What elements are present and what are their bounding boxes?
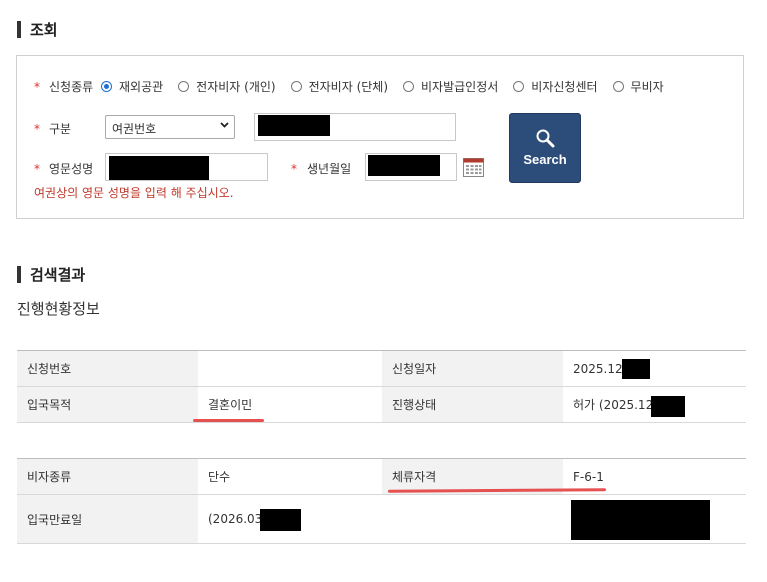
english-name-hint: 여권상의 영문 성명을 입력 해 주십시오. bbox=[34, 186, 234, 200]
radio-option-evisa-individual[interactable]: 전자비자 (개인) bbox=[178, 78, 276, 95]
radio-button[interactable] bbox=[101, 81, 112, 92]
birthdate-label: 생년월일 bbox=[307, 162, 352, 176]
redacted-english-name bbox=[109, 156, 209, 180]
required-mark: * bbox=[34, 162, 40, 176]
query-title-text: 조회 bbox=[30, 21, 58, 39]
radio-label: 전자비자 (개인) bbox=[196, 80, 276, 94]
radio-button[interactable] bbox=[403, 81, 415, 92]
redacted-birthdate bbox=[368, 155, 440, 176]
division-select-value: 여권번호 bbox=[112, 122, 157, 136]
english-name-label: 영문성명 bbox=[49, 162, 94, 176]
radio-button[interactable] bbox=[612, 81, 624, 92]
search-button-label: Search bbox=[523, 152, 567, 167]
required-mark: * bbox=[34, 80, 40, 94]
radio-label: 재외공관 bbox=[119, 80, 164, 94]
title-bar-marker bbox=[17, 266, 21, 283]
table-header-cell: 진행상태 bbox=[382, 386, 563, 423]
entry-purpose-value: 결혼이민 bbox=[198, 386, 382, 423]
application-type-label: 신청종류 bbox=[49, 80, 94, 94]
radio-option-visa-center[interactable]: 비자신청센터 bbox=[513, 78, 598, 95]
redacted-application-date bbox=[622, 359, 650, 379]
required-mark: * bbox=[291, 162, 297, 176]
division-label: 구분 bbox=[49, 122, 72, 136]
search-button[interactable]: Search bbox=[509, 113, 581, 183]
radio-option-visa-confirmation[interactable]: 비자발급인정서 bbox=[403, 78, 498, 95]
redacted-status-date bbox=[651, 396, 685, 417]
radio-option-evisa-group[interactable]: 전자비자 (단체) bbox=[290, 78, 389, 95]
table-header-cell: 입국목적 bbox=[17, 386, 198, 423]
table-header-cell: 신청번호 bbox=[17, 350, 198, 387]
results-section-title: 검색결과 bbox=[17, 264, 85, 285]
radio-label: 비자발급인정서 bbox=[421, 80, 499, 94]
table-row: 비자종류 단수 체류자격 F-6-1 bbox=[17, 458, 746, 495]
radio-button[interactable] bbox=[513, 81, 525, 92]
application-number-value bbox=[198, 350, 382, 387]
radio-label: 무비자 bbox=[630, 80, 664, 94]
highlight-underline-entry-purpose bbox=[193, 419, 264, 422]
query-section-title: 조회 bbox=[17, 19, 58, 40]
redacted-passport-number bbox=[258, 115, 330, 136]
division-select[interactable]: 여권번호 bbox=[105, 115, 235, 139]
radio-option-visa-free[interactable]: 무비자 bbox=[612, 78, 664, 95]
table-header-cell: 신청일자 bbox=[382, 350, 563, 387]
table-row: 입국목적 결혼이민 진행상태 허가 (2025.12. bbox=[17, 386, 746, 423]
progress-info-subtitle: 진행현황정보 bbox=[17, 300, 100, 318]
radio-label: 전자비자 (단체) bbox=[308, 80, 389, 94]
table-header-cell: 비자종류 bbox=[17, 458, 198, 495]
required-mark: * bbox=[34, 122, 40, 136]
calendar-icon[interactable] bbox=[463, 158, 484, 177]
application-type-radio-group: 재외공관 전자비자 (개인) 전자비자 (단체) 비자발급인정서 비자신청센터 … bbox=[101, 78, 664, 95]
visa-type-value: 단수 bbox=[198, 458, 382, 495]
radio-button[interactable] bbox=[290, 81, 302, 92]
application-date-value: 2025.12. bbox=[563, 350, 746, 387]
radio-option-embassy[interactable]: 재외공관 bbox=[101, 78, 163, 95]
results-title-text: 검색결과 bbox=[30, 266, 86, 284]
magnifier-icon bbox=[535, 128, 557, 153]
empty-cell bbox=[382, 494, 563, 544]
chevron-down-icon bbox=[219, 119, 230, 133]
radio-label: 비자신청센터 bbox=[531, 80, 598, 94]
redacted-expiry-date bbox=[260, 509, 301, 531]
radio-button[interactable] bbox=[178, 81, 190, 92]
redacted-expiry-detail bbox=[571, 500, 710, 540]
table-header-cell: 입국만료일 bbox=[17, 494, 198, 544]
title-bar-marker bbox=[17, 21, 21, 38]
